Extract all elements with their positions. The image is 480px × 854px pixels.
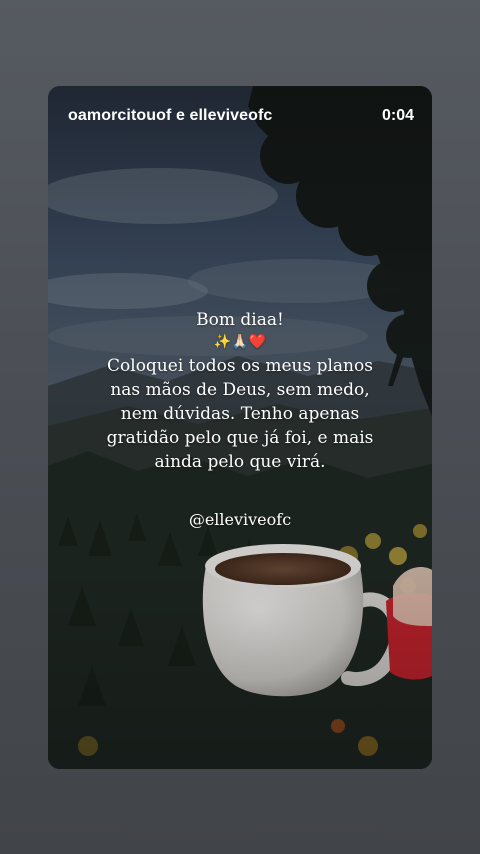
- story-message: Coloquei todos os meus planos nas mãos d…: [106, 356, 374, 472]
- mention-handle[interactable]: @elleviveofc: [48, 510, 432, 529]
- story-card[interactable]: oamorcitouof e elleviveofc 0:04 Bom diaa…: [48, 86, 432, 769]
- story-text: Bom diaa! ✨🙏🏻❤️ Coloquei todos os meus p…: [48, 308, 432, 474]
- story-timer: 0:04: [381, 107, 414, 124]
- emoji-sparkles-pray-heart-icon: ✨🙏🏻❤️: [213, 334, 267, 350]
- story-header: oamorcitouof e elleviveofc 0:04: [48, 86, 432, 146]
- greeting-text: Bom diaa!: [196, 310, 284, 330]
- story-usernames[interactable]: oamorcitouof e elleviveofc: [68, 107, 272, 125]
